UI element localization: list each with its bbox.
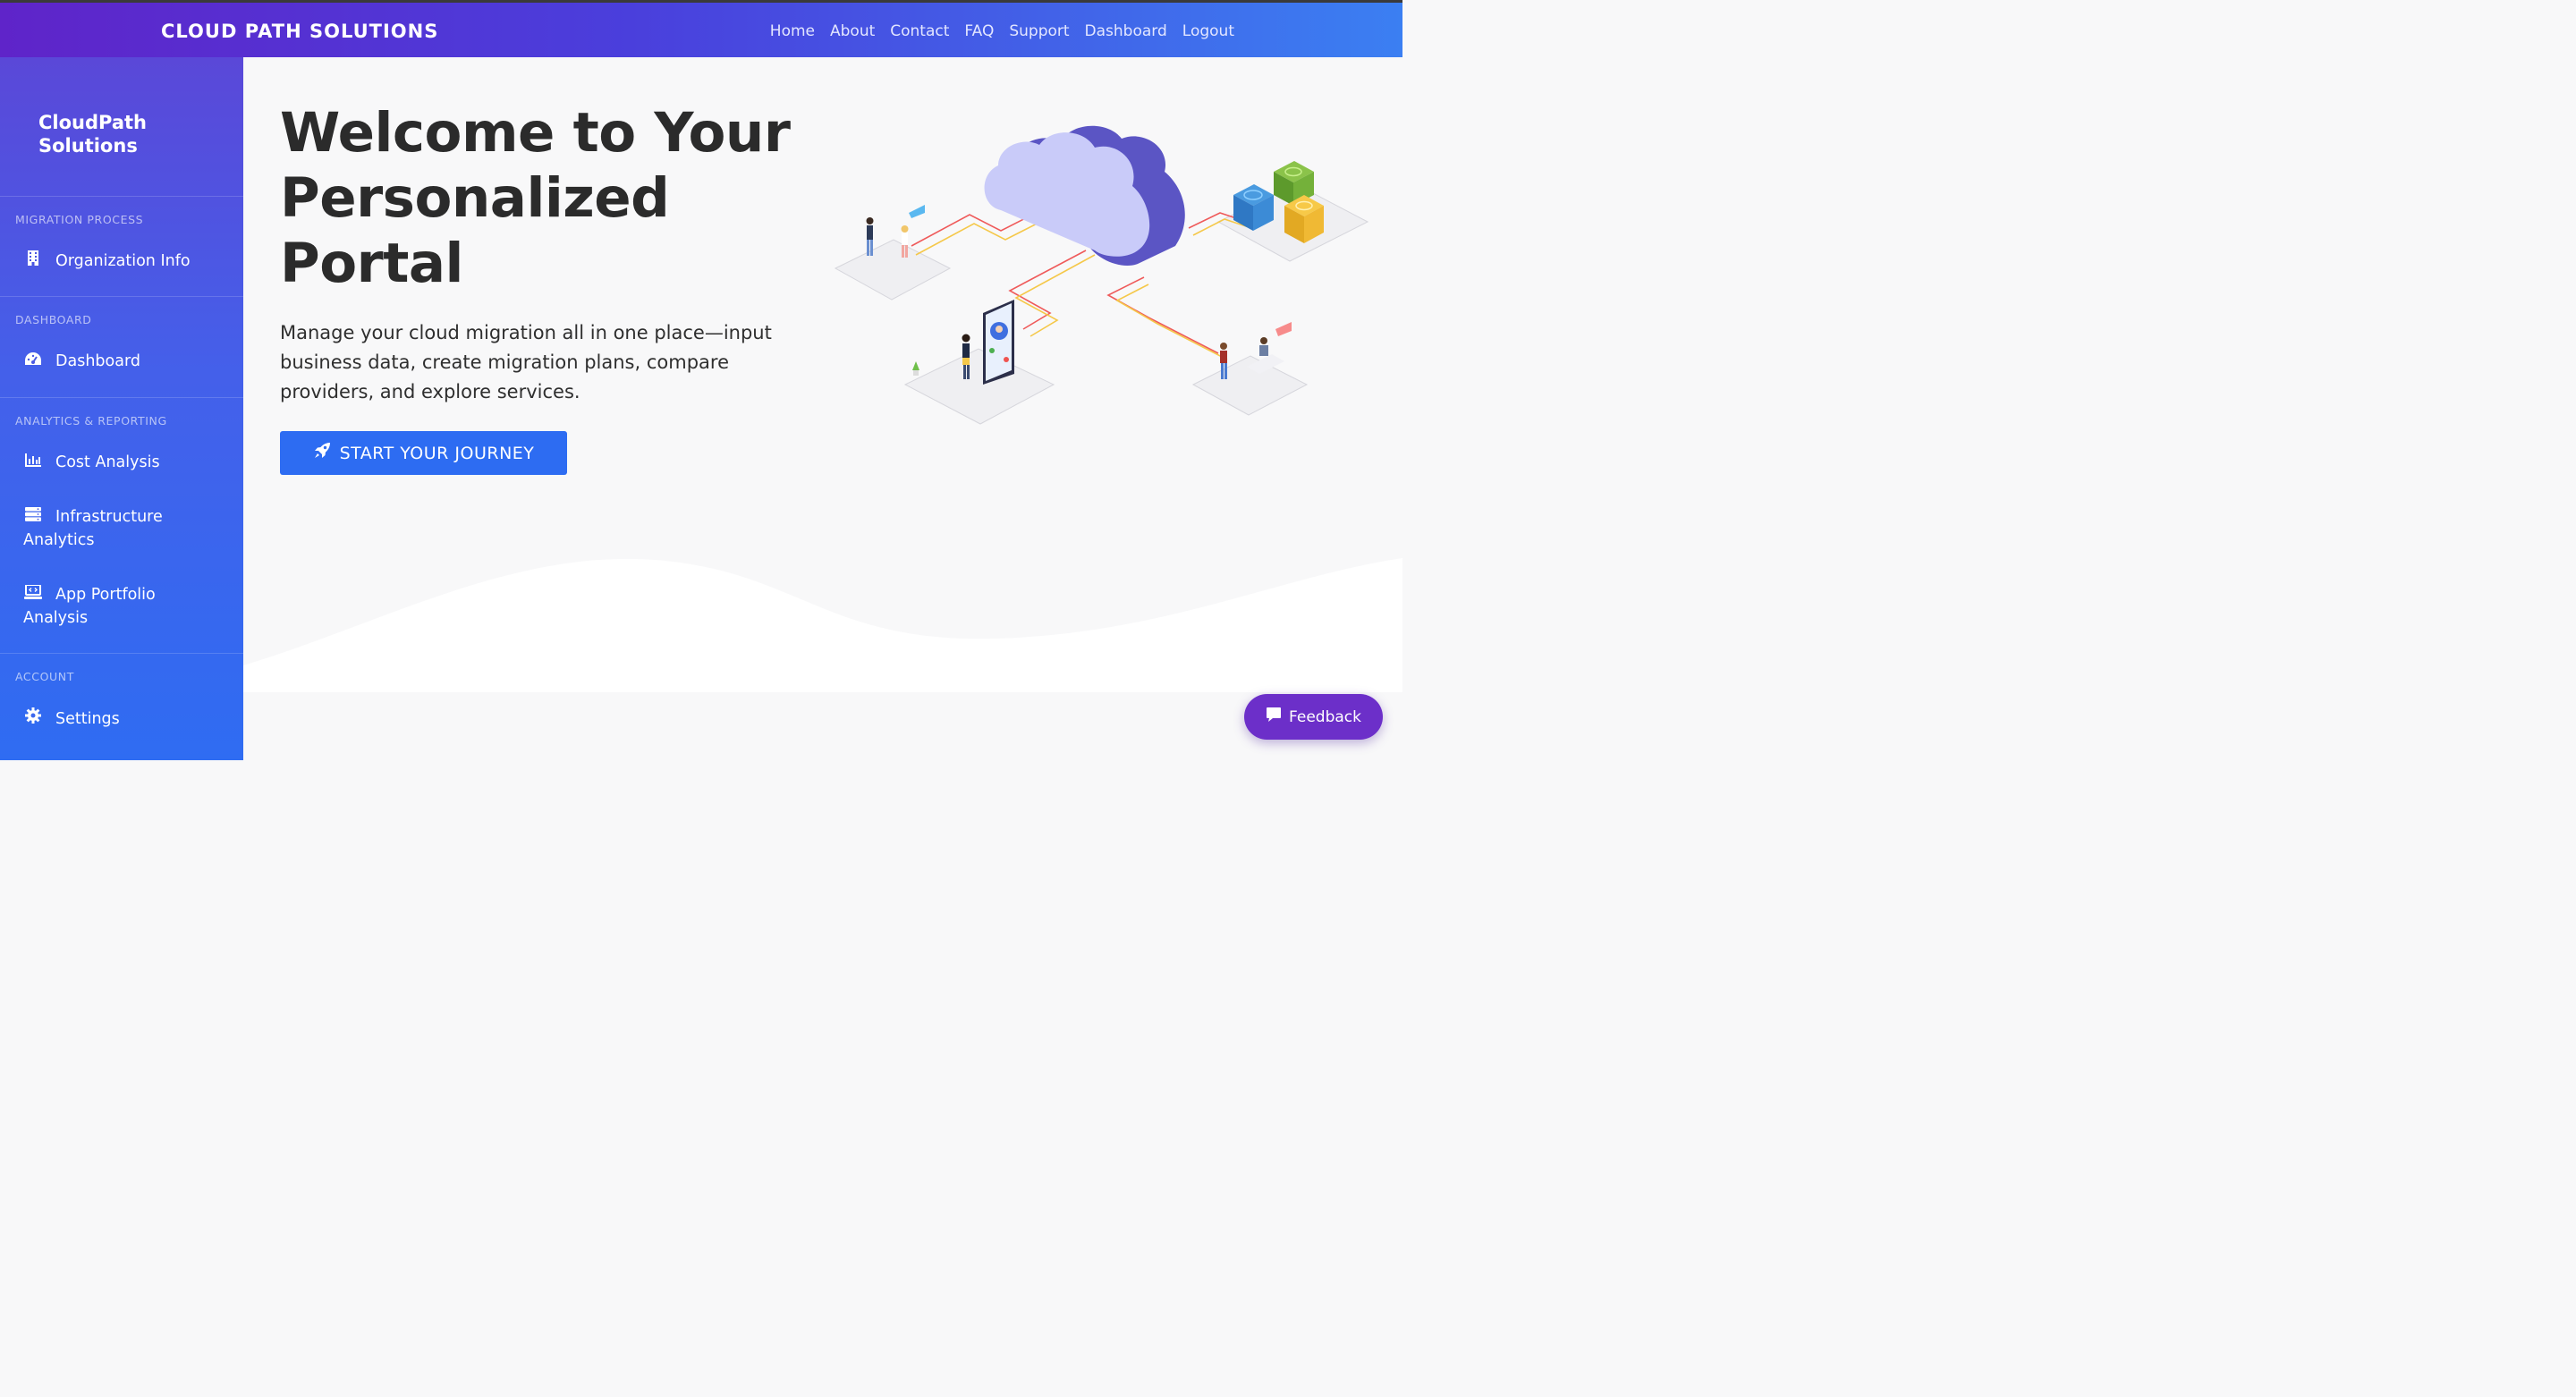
main-content: Welcome to Your Personalized Portal Mana… [243,57,1402,760]
sidebar-item-label: Settings [55,710,120,728]
sidebar-item-cost-analysis[interactable]: Cost Analysis [23,451,229,474]
gear-icon [23,707,43,731]
laptop-code-icon [23,583,43,606]
sidebar: CloudPath Solutions MIGRATION PROCESS Or… [0,57,243,760]
nav-logout-link[interactable]: Logout [1182,22,1234,40]
sidebar-divider [0,196,243,197]
rocket-icon [313,442,331,464]
sidebar-divider [0,296,243,297]
section-heading-analytics: ANALYTICS & REPORTING [15,414,167,428]
sidebar-divider [0,653,243,654]
sidebar-item-label: Infrastructure Analytics [23,508,163,549]
sidebar-item-label: Organization Info [55,252,191,270]
sidebar-item-label: Cost Analysis [55,453,160,471]
speedometer-icon [23,350,43,373]
background-wave [243,558,1402,692]
top-nav-links: Home About Contact FAQ Support Dashboard… [770,22,1234,40]
sidebar-item-label: Dashboard [55,352,140,370]
feedback-label: Feedback [1289,707,1361,726]
sidebar-item-settings[interactable]: Settings [23,707,229,731]
server-icon [23,505,43,529]
nav-home-link[interactable]: Home [770,22,815,40]
nav-about-link[interactable]: About [830,22,875,40]
sidebar-item-organization-info[interactable]: Organization Info [23,250,229,273]
top-navbar: CLOUD PATH SOLUTIONS Home About Contact … [0,0,1402,57]
sidebar-item-infrastructure-analytics[interactable]: Infrastructure Analytics [23,505,220,552]
hero-description: Manage your cloud migration all in one p… [280,322,772,402]
nav-support-link[interactable]: Support [1009,22,1069,40]
section-heading-account: ACCOUNT [15,670,74,683]
start-journey-label: START YOUR JOURNEY [339,443,535,463]
hero-title: Welcome to Your Personalized Portal [280,101,791,295]
start-journey-button[interactable]: START YOUR JOURNEY [280,431,567,475]
section-heading-migration: MIGRATION PROCESS [15,213,144,226]
nav-faq-link[interactable]: FAQ [964,22,994,40]
feedback-button[interactable]: Feedback [1244,694,1383,740]
bar-chart-icon [23,451,43,474]
sidebar-item-label: App Portfolio Analysis [23,586,156,627]
building-icon [23,250,43,273]
chat-icon [1266,707,1282,727]
header-brand[interactable]: CLOUD PATH SOLUTIONS [161,21,438,42]
sidebar-brand[interactable]: CloudPath Solutions [38,111,208,157]
nav-contact-link[interactable]: Contact [890,22,949,40]
sidebar-divider [0,397,243,398]
nav-dashboard-link[interactable]: Dashboard [1085,22,1167,40]
phone-device [983,300,1014,385]
cloud-migration-illustration [834,125,1369,425]
sidebar-item-app-portfolio-analysis[interactable]: App Portfolio Analysis [23,583,220,630]
sidebar-item-dashboard[interactable]: Dashboard [23,350,229,373]
section-heading-dashboard: DASHBOARD [15,313,92,326]
